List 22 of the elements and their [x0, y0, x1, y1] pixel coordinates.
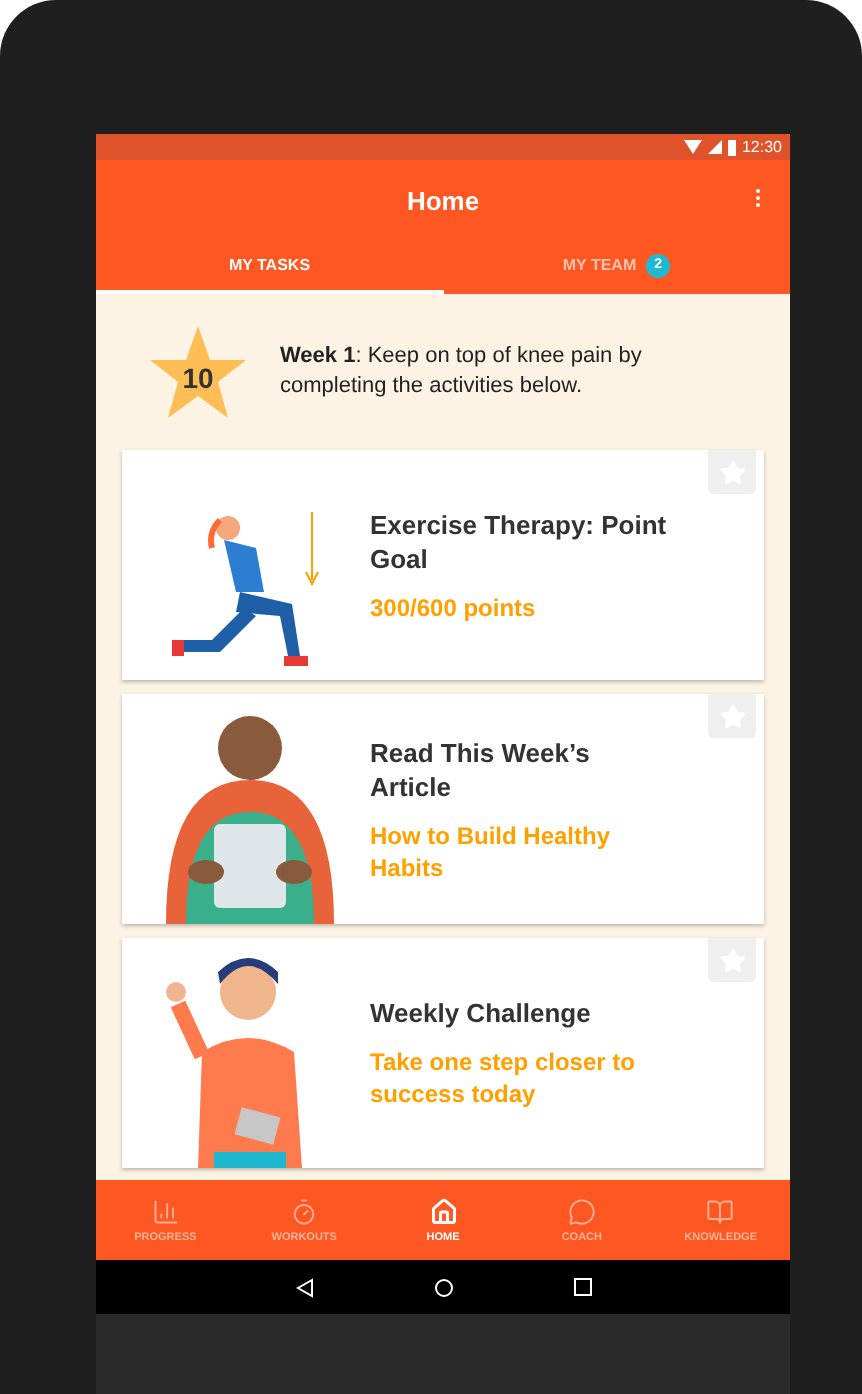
star-count: 10 [182, 361, 214, 393]
task-subtitle: How to Build Healthy Habits [370, 819, 612, 883]
task-title: Read This Week’s Article [370, 735, 592, 803]
task-card[interactable]: Read This Week’s Article How to Build Healthy Habits [122, 694, 764, 924]
screen-title: Home [406, 185, 480, 215]
task-card[interactable]: Exercise Therapy: Point Goal 300/600 points [122, 450, 764, 680]
back-icon[interactable] [295, 1277, 313, 1297]
task-subtitle: 300/600 points [370, 591, 538, 623]
task-title: Weekly Challenge [370, 996, 593, 1030]
home-circle-icon[interactable] [433, 1277, 453, 1297]
week-intro-text: Week 1: Keep on top of knee pain by completing the activities below. [280, 342, 644, 402]
tab[interactable]: MY TASKS [96, 240, 443, 294]
task-title: Exercise Therapy: Point Goal [370, 507, 669, 575]
wifi-icon [683, 140, 702, 154]
recents-icon[interactable] [573, 1278, 591, 1296]
battery-icon [727, 139, 736, 155]
star-badge-icon [148, 324, 248, 420]
home-icon [429, 1197, 458, 1225]
task-subtitle: Take one step closer to success today [370, 1046, 637, 1110]
status-time: 12:30 [741, 138, 782, 156]
signal-icon [707, 140, 722, 154]
task-card[interactable]: Weekly Challenge Take one step closer to success today [122, 938, 764, 1168]
